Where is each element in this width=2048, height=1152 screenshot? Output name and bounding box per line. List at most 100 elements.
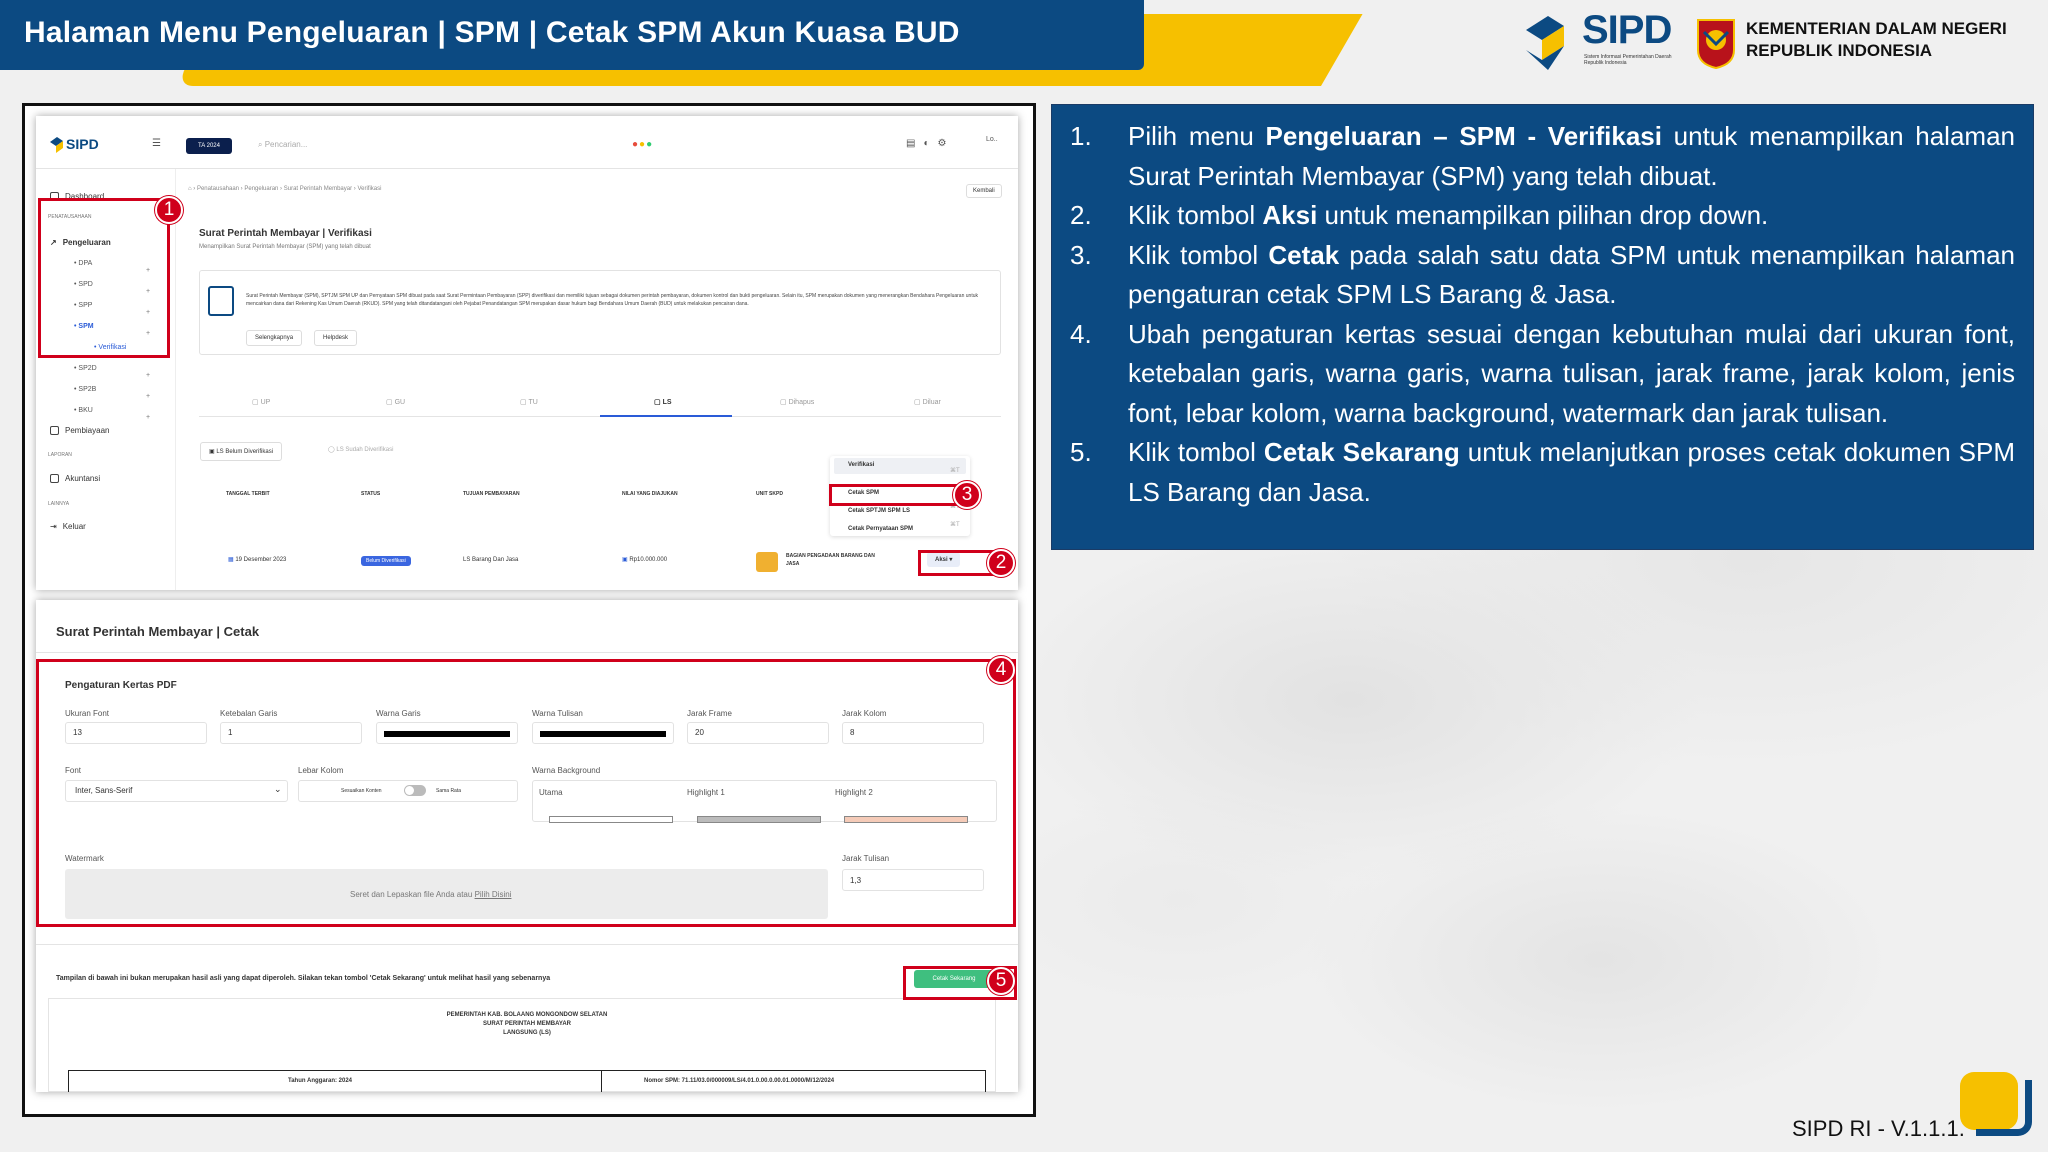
step-text: Klik tombol Aksi untuk menampilkan pilih… — [1128, 196, 2015, 236]
step-text-part: Klik tombol — [1128, 437, 1264, 467]
instruction-step: 5. Klik tombol Cetak Sekarang untuk melan… — [1070, 433, 2015, 512]
sidebar-sub-sp2d[interactable]: • SP2D — [74, 365, 97, 372]
unit-icon — [756, 552, 778, 572]
subtab-label: LS Sudah Diverifikasi — [336, 447, 394, 453]
tab-up[interactable]: ▢ UP — [252, 398, 270, 406]
row-unit: BAGIAN PENGADAAN BARANG DAN JASA — [786, 553, 875, 567]
sidebar-label: BKU — [78, 407, 93, 414]
step-text-part: Klik tombol — [1128, 239, 1269, 270]
step-badge-2: 2 — [987, 549, 1015, 577]
column-header: TUJUAN PEMBAYARAN — [463, 491, 520, 497]
step-number: 2. — [1070, 200, 1092, 230]
row-date: ▦ 19 Desember 2023 — [228, 556, 286, 563]
instruction-step: 2. Klik tombol Aksi untuk menampilkan pil… — [1070, 196, 2015, 236]
toolbar-icons[interactable]: ▤◐⚙ — [906, 138, 954, 149]
ministry-line1: KEMENTERIAN DALAM NEGERI — [1746, 19, 2007, 38]
breadcrumb-item[interactable]: Surat Perintah Membayar — [284, 186, 352, 192]
column-header: UNIT SKPD — [756, 491, 783, 497]
tab-label: UP — [260, 399, 271, 406]
tab-gu[interactable]: ▢ GU — [386, 398, 405, 406]
brand-name: SIPD — [1582, 8, 1672, 52]
tab-dihapus[interactable]: ▢ Dihapus — [780, 398, 814, 406]
subtab-sudah[interactable]: ◯ LS Sudah Diverifikasi — [328, 446, 393, 453]
sidebar-label: SP2D — [78, 365, 97, 372]
sidebar-label: SP2B — [78, 386, 97, 393]
ministry-name: KEMENTERIAN DALAM NEGERI REPUBLIK INDONE… — [1746, 18, 2007, 62]
step-text: Ubah pengaturan kertas sesuai dengan keb… — [1128, 315, 2015, 434]
calendar-icon: ▦ — [228, 557, 234, 563]
breadcrumb-item[interactable]: Penatausahaan — [197, 186, 239, 192]
year-badge[interactable]: TA 2024 — [186, 138, 232, 154]
step-text-bold: Cetak — [1268, 239, 1340, 270]
step-text: Pilih menu Pengeluaran – SPM - Verifikas… — [1128, 117, 2015, 196]
app-logo-icon — [50, 137, 63, 153]
tab-ls[interactable]: ▢ LS — [654, 398, 672, 406]
tab-label: TU — [528, 399, 538, 406]
sidebar-sub-sp2b[interactable]: • SP2B — [74, 386, 96, 393]
dropdown-verifikasi[interactable]: Verifikasi — [848, 462, 874, 468]
doc-line: LANGSUNG (LS) — [503, 1030, 551, 1036]
sidebar-label: Pembiayaan — [65, 426, 110, 435]
highlight-box-1 — [38, 198, 170, 358]
status-badge: Belum Diverifikasi — [361, 556, 411, 566]
row-tujuan: LS Barang Dan Jasa — [463, 557, 519, 563]
wallet-icon: ▣ — [622, 557, 628, 563]
content-subtitle: Menampilkan Surat Perintah Membayar (SPM… — [199, 244, 371, 250]
step-text-part: Ubah pengaturan kertas sesuai dengan keb… — [1128, 318, 2015, 428]
row-nilai-text: Rp10.000.000 — [629, 557, 668, 563]
step-text-part: Klik tombol — [1128, 200, 1263, 230]
sidebar-item-keluar[interactable]: ⇥ Keluar — [50, 522, 86, 531]
highlight-box-4 — [36, 659, 1016, 927]
instructions-panel: 1. Pilih menu Pengeluaran – SPM - Verifik… — [1051, 104, 2034, 550]
sidebar-section: LAPORAN — [48, 452, 72, 458]
column-header: NILAI YANG DIAJUKAN — [622, 491, 678, 497]
preview-heading: PEMERINTAH KAB. BOLAANG MONGONDOW SELATA… — [36, 1011, 1018, 1038]
avatar[interactable]: Lo.. — [986, 136, 998, 143]
corner-accent-outline — [1976, 1080, 2032, 1136]
notepad-icon — [208, 286, 234, 316]
search-input[interactable]: ⌕ Pencarian... — [258, 140, 307, 150]
doc-line: SURAT PERINTAH MEMBAYAR — [482, 1021, 571, 1027]
logout-icon: ⇥ — [50, 522, 57, 531]
content-title: Surat Perintah Membayar | Verifikasi — [199, 228, 372, 239]
instruction-step: 4. Ubah pengaturan kertas sesuai dengan k… — [1070, 315, 2015, 434]
app-logo-text: SIPD — [66, 136, 99, 152]
brand-subtitle: Sistem Informasi Pemerintahan Daerah Rep… — [1584, 54, 1672, 66]
sidebar-label: Akuntansi — [65, 474, 101, 483]
sidebar-section: LAINNYA — [48, 501, 70, 507]
doc-tahun: Tahun Anggaran: 2024 — [288, 1078, 353, 1084]
column-header: TANGGAL TERBIT — [226, 491, 270, 497]
info-more-button[interactable]: Selengkapnya — [246, 330, 303, 346]
back-button[interactable]: Kembali — [966, 184, 1002, 198]
tab-tu[interactable]: ▢ TU — [520, 398, 538, 406]
dropdown-cetak-sptjm[interactable]: Cetak SPTJM SPM LS — [848, 508, 910, 514]
row-nilai: ▣ Rp10.000.000 — [622, 556, 667, 563]
step-number: 3. — [1070, 239, 1092, 270]
sidebar-sub-bku[interactable]: • BKU — [74, 407, 93, 414]
garuda-emblem-icon — [1697, 19, 1735, 70]
step-text-bold: Cetak Sekarang — [1263, 437, 1460, 467]
breadcrumb-item[interactable]: Pengeluaran — [244, 186, 278, 192]
subtab-belum[interactable]: ▣ LS Belum Diverifikasi — [200, 442, 283, 461]
version-label: SIPD RI - V.1.1.1. — [1792, 1116, 1965, 1141]
row-date-text: 19 Desember 2023 — [235, 557, 287, 563]
step-number: 4. — [1070, 318, 1092, 349]
sidebar-item-akuntansi[interactable]: Akuntansi — [50, 474, 101, 484]
step-badge-5: 5 — [987, 967, 1015, 995]
search-placeholder: Pencarian... — [264, 140, 308, 149]
step-number: 1. — [1070, 121, 1092, 151]
dropdown-cetak-pernyataan[interactable]: Cetak Pernyataan SPM — [848, 526, 913, 532]
instruction-step: 3. Klik tombol Cetak pada salah satu data… — [1070, 236, 2015, 315]
doc-icon — [50, 474, 59, 484]
breadcrumb: ⌂ › Penatausahaan › Pengeluaran › Surat … — [188, 186, 382, 192]
tab-diluar[interactable]: ▢ Diluar — [914, 398, 941, 406]
column-header: STATUS — [361, 491, 381, 497]
highlight-box-3 — [829, 484, 969, 506]
ministry-line2: REPUBLIK INDONESIA — [1746, 41, 1933, 60]
tab-label: Diluar — [922, 399, 941, 406]
helpdesk-button[interactable]: Helpdesk — [314, 330, 358, 346]
active-tab-indicator — [600, 415, 732, 417]
sidebar-item-pembiayaan[interactable]: Pembiayaan — [50, 426, 110, 436]
step-text-part: untuk menampilkan pilihan drop down. — [1317, 200, 1769, 230]
menu-icon[interactable]: ☰ — [152, 138, 161, 149]
